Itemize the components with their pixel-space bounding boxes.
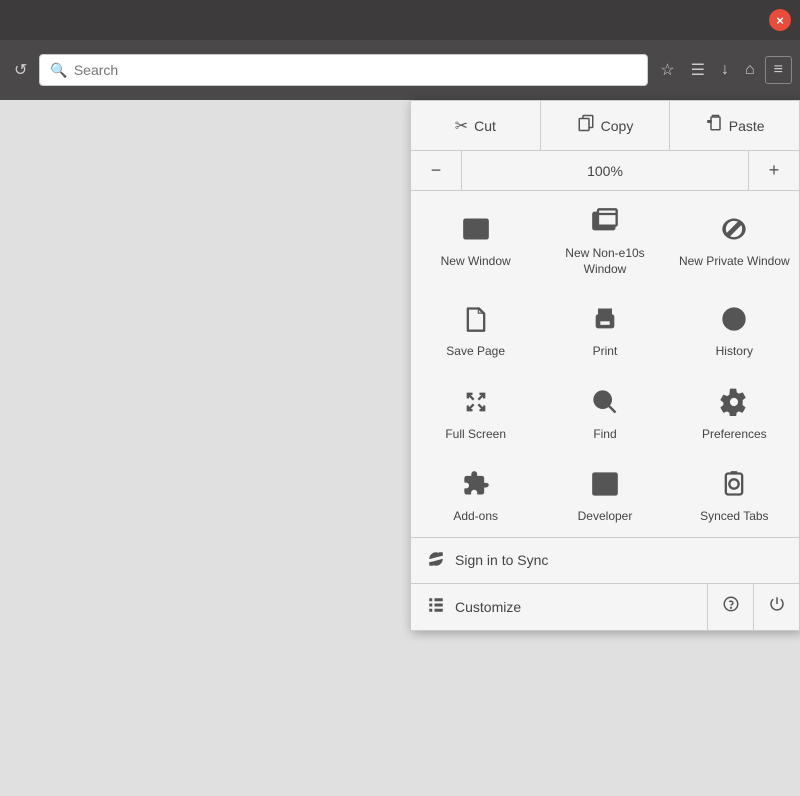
toolbar-icons: ☆ ☰ ↓ ⌂ ≡ — [654, 56, 792, 84]
developer-label: Developer — [578, 509, 633, 525]
power-icon — [768, 595, 786, 618]
add-ons-button[interactable]: Add-ons — [411, 454, 540, 537]
customize-icon — [427, 596, 445, 617]
reading-list-icon: ☰ — [691, 62, 705, 79]
search-icon: 🔍 — [50, 62, 67, 79]
new-non-e10s-window-icon — [591, 207, 619, 240]
zoom-out-button[interactable]: − — [411, 151, 461, 190]
reading-list-button[interactable]: ☰ — [685, 56, 711, 84]
save-page-button[interactable]: Save Page — [411, 289, 540, 372]
sign-in-to-sync-button[interactable]: Sign in to Sync — [411, 538, 799, 584]
search-input[interactable] — [74, 62, 637, 78]
power-button[interactable] — [753, 584, 799, 630]
new-private-window-label: New Private Window — [679, 254, 790, 270]
home-button[interactable]: ⌂ — [739, 57, 761, 83]
reload-icon: ↺ — [14, 60, 27, 80]
full-screen-icon — [462, 388, 490, 421]
find-label: Find — [593, 427, 616, 443]
developer-button[interactable]: Developer — [540, 454, 669, 537]
print-button[interactable]: Print — [540, 289, 669, 372]
reload-button[interactable]: ↺ — [8, 56, 33, 84]
search-bar: 🔍 — [39, 54, 648, 86]
customize-action-icons — [707, 584, 799, 630]
new-window-label: New Window — [441, 254, 511, 270]
main-content: ✂ Cut Copy — [0, 100, 800, 796]
new-non-e10s-window-label: New Non-e10s Window — [548, 246, 661, 277]
preferences-label: Preferences — [702, 427, 767, 443]
cut-button[interactable]: ✂ Cut — [411, 101, 540, 150]
sign-in-to-sync-label: Sign in to Sync — [455, 552, 548, 568]
history-icon — [720, 305, 748, 338]
save-page-label: Save Page — [446, 344, 505, 360]
help-icon — [722, 595, 740, 618]
new-window-icon — [462, 215, 490, 248]
print-label: Print — [593, 344, 618, 360]
add-ons-label: Add-ons — [453, 509, 498, 525]
paste-icon — [705, 114, 723, 137]
preferences-icon — [720, 388, 748, 421]
add-ons-icon — [462, 470, 490, 503]
print-icon — [591, 305, 619, 338]
new-window-button[interactable]: New Window — [411, 191, 540, 289]
history-button[interactable]: History — [670, 289, 799, 372]
history-label: History — [716, 344, 753, 360]
customize-button[interactable]: Customize — [411, 584, 707, 630]
hamburger-icon: ≡ — [774, 61, 783, 78]
full-screen-label: Full Screen — [445, 427, 506, 443]
cut-icon: ✂ — [455, 116, 468, 136]
title-bar: × — [0, 0, 800, 40]
zoom-out-icon: − — [431, 160, 442, 181]
dropdown-menu: ✂ Cut Copy — [410, 100, 800, 631]
sync-icon — [427, 550, 445, 571]
download-button[interactable]: ↓ — [715, 57, 735, 83]
new-private-window-icon — [720, 215, 748, 248]
new-non-e10s-window-button[interactable]: New Non-e10s Window — [540, 191, 669, 289]
zoom-level-display: 100% — [461, 151, 749, 190]
edit-row: ✂ Cut Copy — [411, 101, 799, 151]
download-icon: ↓ — [721, 61, 729, 78]
find-button[interactable]: Find — [540, 372, 669, 455]
find-icon — [591, 388, 619, 421]
home-icon: ⌂ — [745, 61, 755, 78]
help-button[interactable] — [707, 584, 753, 630]
nav-bar: ↺ 🔍 ☆ ☰ ↓ ⌂ ≡ — [0, 40, 800, 100]
synced-tabs-icon — [720, 470, 748, 503]
synced-tabs-label: Synced Tabs — [700, 509, 769, 525]
menu-button[interactable]: ≡ — [765, 56, 792, 84]
new-private-window-button[interactable]: New Private Window — [670, 191, 799, 289]
save-page-icon — [462, 305, 490, 338]
full-screen-button[interactable]: Full Screen — [411, 372, 540, 455]
copy-button[interactable]: Copy — [540, 101, 670, 150]
synced-tabs-button[interactable]: Synced Tabs — [670, 454, 799, 537]
copy-icon — [577, 114, 595, 137]
zoom-in-button[interactable]: + — [749, 151, 799, 190]
bookmark-button[interactable]: ☆ — [654, 56, 680, 84]
bookmark-icon: ☆ — [660, 62, 674, 79]
developer-icon — [591, 470, 619, 503]
zoom-level-value: 100% — [587, 163, 623, 179]
zoom-in-icon: + — [769, 160, 780, 181]
zoom-row: − 100% + — [411, 151, 799, 191]
customize-label: Customize — [455, 599, 521, 615]
paste-label: Paste — [729, 118, 765, 134]
paste-button[interactable]: Paste — [669, 101, 799, 150]
close-button[interactable]: × — [769, 9, 791, 31]
icon-grid: New Window New Non-e10s Window — [411, 191, 799, 538]
preferences-button[interactable]: Preferences — [670, 372, 799, 455]
customize-row: Customize — [411, 584, 799, 630]
copy-label: Copy — [601, 118, 634, 134]
cut-label: Cut — [474, 118, 496, 134]
